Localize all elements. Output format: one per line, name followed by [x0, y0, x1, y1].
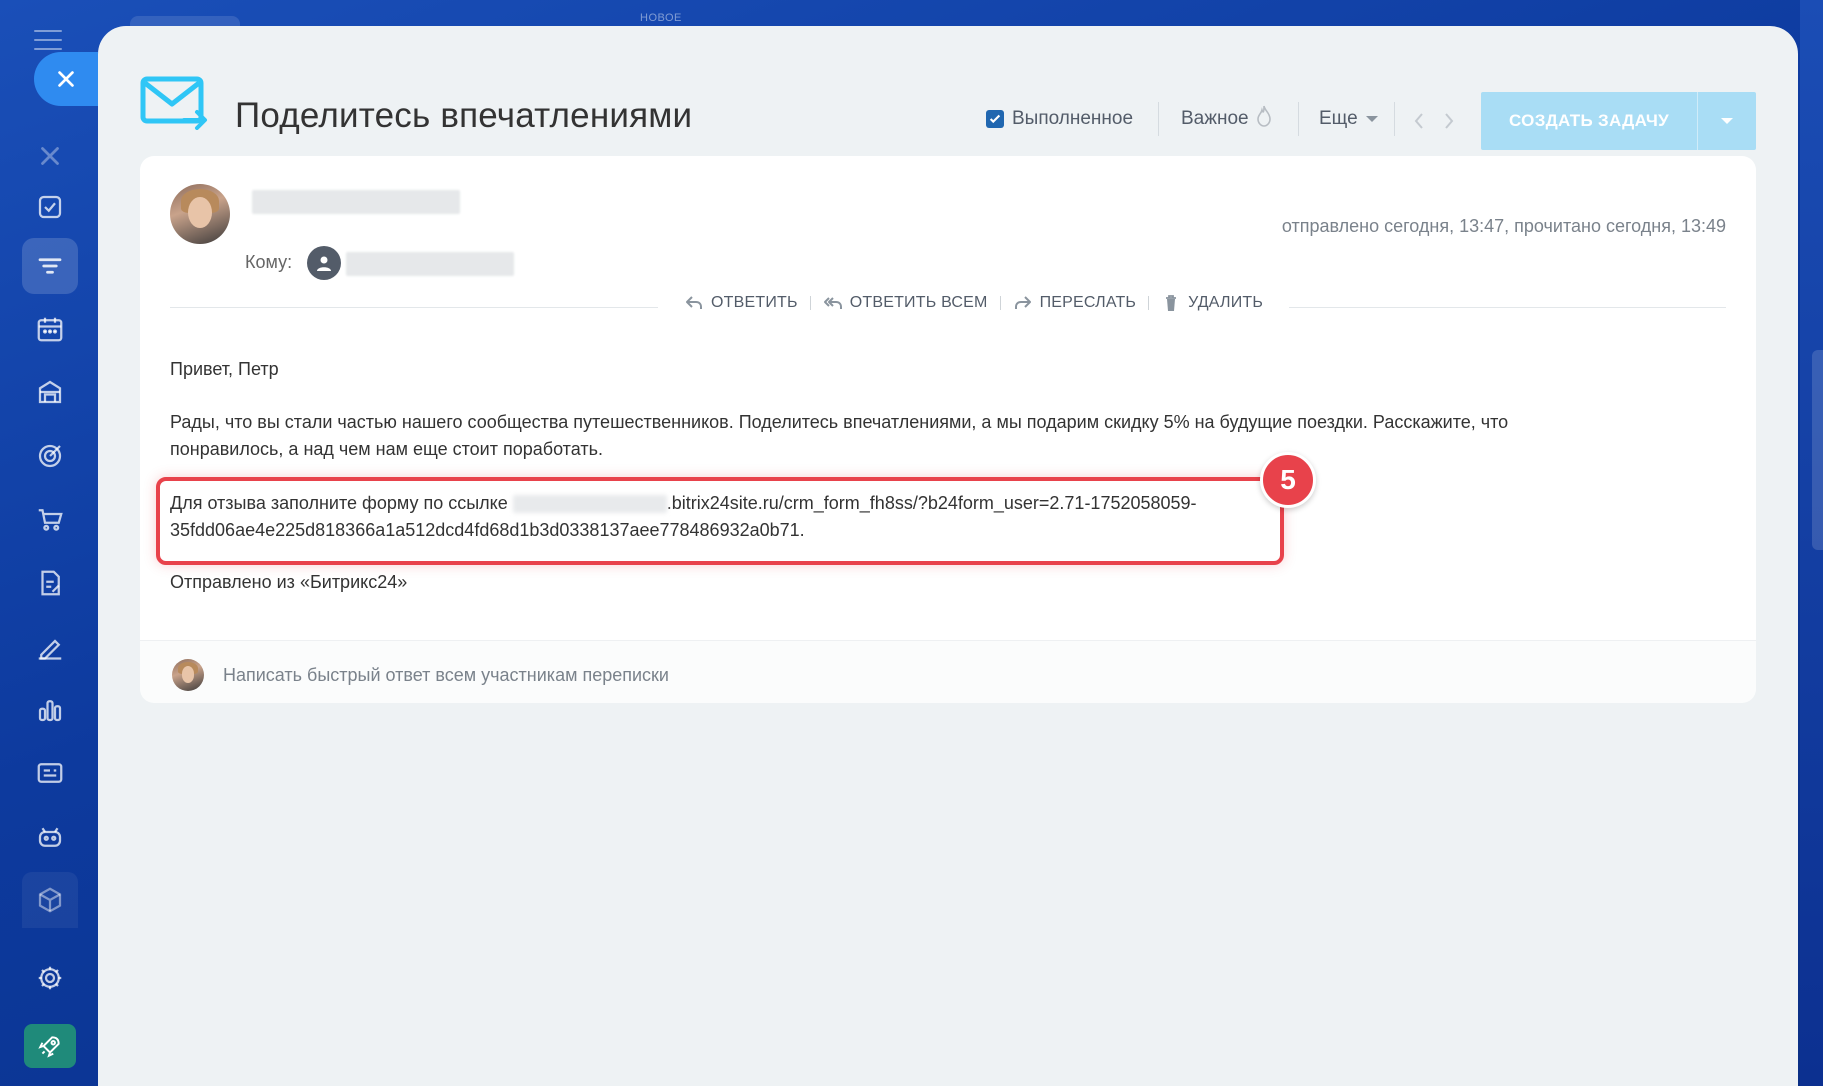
sent-read-info: отправлено сегодня, 13:47, прочитано сег… — [1281, 216, 1726, 236]
recipient-avatar[interactable] — [307, 246, 341, 280]
more-dropdown[interactable]: Еще — [1319, 108, 1378, 130]
email-forward-icon — [140, 76, 207, 130]
sign-icon[interactable] — [22, 618, 78, 674]
create-task-label[interactable]: СОЗДАТЬ ЗАДАЧУ — [1481, 92, 1697, 150]
close-icon — [58, 71, 74, 87]
crm-icon[interactable] — [22, 238, 78, 294]
close-slider-button[interactable] — [34, 52, 98, 106]
message-paragraph: Рады, что вы стали частью нашего сообщес… — [170, 409, 1508, 463]
chevron-down-icon — [1365, 116, 1378, 122]
callout-number-badge: 5 — [1260, 452, 1316, 508]
paragraph-line: Рады, что вы стали частью нашего сообщес… — [170, 412, 1509, 432]
link-prefix: Для отзыва заполните форму по ссылке — [170, 493, 513, 513]
menu-icon[interactable] — [34, 30, 62, 52]
rocket-button[interactable] — [24, 1024, 76, 1068]
sender-avatar[interactable] — [170, 184, 230, 244]
forward-button[interactable]: ПЕРЕСЛАТЬ — [1001, 294, 1149, 312]
delete-label: УДАЛИТЬ — [1188, 294, 1264, 311]
link-line: Для отзыва заполните форму по ссылке .bi… — [170, 490, 1197, 517]
forward-icon — [1014, 296, 1031, 309]
settings-icon[interactable] — [22, 950, 78, 1006]
documents-icon[interactable] — [22, 555, 78, 611]
reply-icon — [686, 296, 702, 309]
message-greeting: Привет, Петр — [170, 359, 279, 379]
calendar-icon[interactable] — [22, 301, 78, 357]
quick-reply-placeholder[interactable]: Написать быстрый ответ всем участникам п… — [223, 665, 669, 686]
feedback-form-link[interactable]: .bitrix24site.ru/crm_form_fh8ss/?b24form… — [667, 493, 1197, 513]
divider — [1298, 102, 1299, 136]
recipient-email-redacted[interactable] — [346, 252, 514, 276]
next-arrow-icon[interactable] — [1441, 110, 1457, 132]
reply-all-button[interactable]: ОТВЕТИТЬ ВСЕМ — [811, 294, 1000, 312]
done-checkbox[interactable]: Выполненное — [986, 108, 1133, 130]
user-icon — [317, 256, 331, 271]
to-label: Кому: — [245, 252, 293, 272]
more-label: Еще — [1319, 108, 1358, 129]
fire-icon — [1256, 105, 1271, 127]
left-sidebar — [0, 0, 240, 1086]
message-footer: Отправлено из «Битрикс24» — [170, 572, 408, 592]
top-label: НОВОЕ — [640, 12, 682, 24]
divider — [1158, 102, 1159, 136]
forward-label: ПЕРЕСЛАТЬ — [1039, 294, 1137, 311]
tasks-icon[interactable] — [22, 179, 78, 235]
current-user-avatar — [172, 659, 204, 691]
sender-email-redacted[interactable] — [252, 190, 460, 214]
reply-button[interactable]: ОТВЕТИТЬ — [672, 294, 810, 312]
link-domain-redacted[interactable] — [512, 495, 667, 514]
target-icon[interactable] — [22, 428, 78, 484]
market-icon[interactable] — [22, 872, 78, 928]
reply-all-icon — [823, 297, 842, 309]
delete-button[interactable]: УДАЛИТЬ — [1149, 294, 1275, 312]
done-label: Выполненное — [1012, 108, 1134, 129]
quick-reply-area[interactable]: Написать быстрый ответ всем участникам п… — [140, 640, 1756, 703]
robot-icon[interactable] — [22, 809, 78, 865]
analytics-icon[interactable] — [22, 682, 78, 738]
checkbox-checked-icon[interactable] — [986, 110, 1004, 128]
important-toggle[interactable]: Важное — [1181, 105, 1273, 130]
sites-icon[interactable] — [22, 745, 78, 801]
feedback-link-paragraph: Для отзыва заполните форму по ссылке .bi… — [170, 490, 1197, 544]
close-secondary-icon[interactable] — [22, 128, 78, 184]
important-label: Важное — [1181, 108, 1249, 129]
create-task-menu-button[interactable] — [1697, 92, 1756, 150]
cart-icon[interactable] — [22, 491, 78, 547]
reply-label: ОТВЕТИТЬ — [711, 294, 798, 311]
prev-arrow-icon[interactable] — [1411, 110, 1427, 132]
trash-icon — [1166, 295, 1177, 311]
rocket-icon — [38, 1036, 60, 1058]
page-title: Поделитесь впечатлениями — [235, 96, 693, 135]
message-navigation — [1411, 110, 1457, 132]
right-scroll-handle[interactable] — [1812, 350, 1823, 550]
store-icon[interactable] — [22, 364, 78, 420]
message-actions: ОТВЕТИТЬ ОТВЕТИТЬ ВСЕМ ПЕРЕСЛАТЬ УДАЛИТЬ — [658, 294, 1290, 312]
create-task-button[interactable]: СОЗДАТЬ ЗАДАЧУ — [1481, 92, 1756, 150]
reply-all-label: ОТВЕТИТЬ ВСЕМ — [849, 294, 988, 311]
email-slider-panel: Поделитесь впечатлениями Выполненное Важ… — [98, 26, 1798, 1086]
divider — [1394, 102, 1395, 136]
chevron-down-icon — [1721, 118, 1733, 124]
message-card: Кому: отправлено сегодня, 13:47, прочита… — [140, 156, 1756, 703]
feedback-form-link-continued[interactable]: 35fdd06ae4e225d818366a1a512dcd4fd68d1b3d… — [170, 517, 1197, 544]
